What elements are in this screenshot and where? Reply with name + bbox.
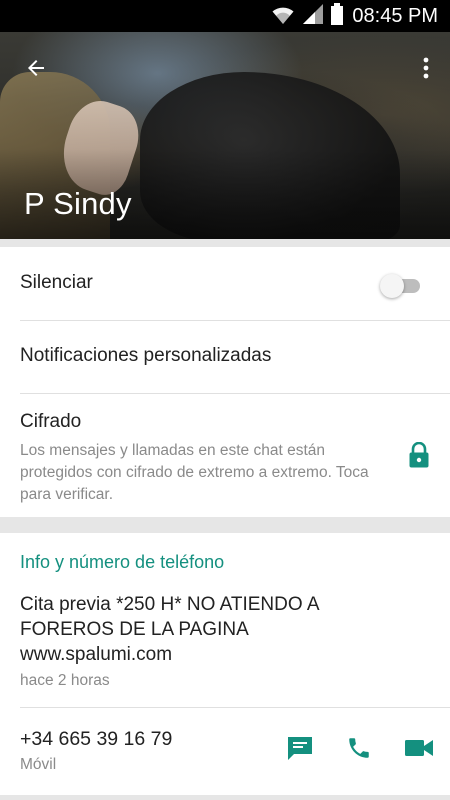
more-vert-icon: [423, 57, 429, 84]
status-icons: [270, 2, 344, 30]
mute-label: Silenciar: [20, 272, 93, 293]
toggle-knob: [380, 274, 404, 298]
about-text: Cita previa *250 H* NO ATIENDO A FOREROS…: [20, 594, 320, 665]
contact-name: P Sindy: [24, 186, 132, 221]
status-time: 08:45 PM: [352, 4, 438, 27]
battery-icon: [330, 2, 344, 30]
divider: [20, 707, 450, 708]
mute-row[interactable]: Silenciar: [0, 247, 450, 320]
mute-toggle[interactable]: [380, 272, 422, 298]
encryption-label: Cifrado: [20, 411, 82, 432]
back-button[interactable]: [18, 52, 54, 88]
contact-header: P Sindy: [0, 32, 450, 239]
info-section-title: Info y número de teléfono: [20, 552, 225, 572]
lock-icon: [408, 441, 430, 468]
message-icon: [286, 735, 314, 766]
video-call-icon: [404, 737, 434, 764]
phone-type-label: Móvil: [20, 756, 57, 773]
status-bar: 08:45 PM: [0, 0, 450, 32]
video-call-button[interactable]: [402, 735, 436, 765]
settings-card: Silenciar Notificaciones personalizadas …: [0, 247, 450, 517]
custom-notifications-label: Notificaciones personalizadas: [20, 345, 272, 366]
wifi-icon: [270, 3, 296, 30]
about-timestamp: hace 2 horas: [20, 672, 110, 689]
arrow-back-icon: [24, 56, 48, 85]
info-card: Info y número de teléfono Cita previa *2…: [0, 533, 450, 795]
encryption-description: Los mensajes y llamadas en este chat est…: [20, 442, 369, 503]
call-button[interactable]: [342, 735, 376, 765]
menu-button[interactable]: [414, 52, 438, 88]
phone-icon: [346, 735, 372, 766]
custom-notifications-row[interactable]: Notificaciones personalizadas: [0, 321, 450, 394]
message-button[interactable]: [283, 735, 317, 765]
signal-icon: [302, 3, 324, 30]
encryption-row[interactable]: Cifrado Los mensajes y llamadas en este …: [0, 394, 450, 517]
phone-number[interactable]: +34 665 39 16 79: [20, 728, 172, 751]
